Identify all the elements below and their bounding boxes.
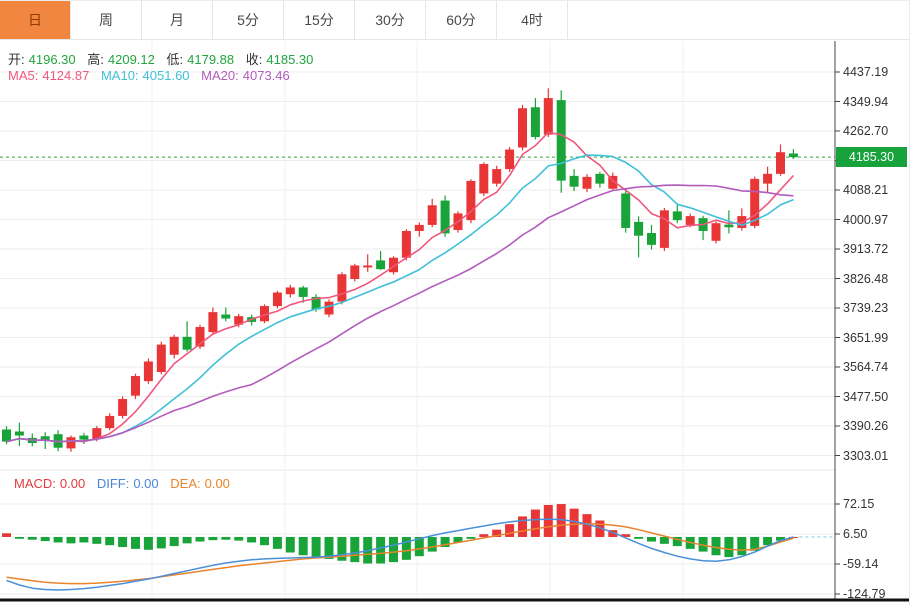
low-value: 4179.88: [187, 52, 234, 67]
macd-axis-label: -124.79: [843, 586, 885, 602]
price-axis-label: 3390.26: [843, 418, 888, 434]
open-value: 4196.30: [29, 52, 76, 67]
price-axis-label: 4262.70: [843, 123, 888, 139]
timeframe-tab-bar: 日周月5分15分30分60分4时: [0, 1, 910, 40]
ma10-value: 4051.60: [143, 68, 190, 83]
open-label: 开:: [8, 52, 25, 67]
price-axis-label: 4437.19: [843, 64, 888, 80]
price-axis-label: 3303.01: [843, 448, 888, 464]
ma5-label: MA5:: [8, 68, 38, 83]
price-axis-label: 3564.74: [843, 359, 888, 375]
chart-svg[interactable]: [0, 1, 910, 605]
price-axis-label: 4088.21: [843, 182, 888, 198]
price-axis-label: 4349.94: [843, 94, 888, 110]
tab-60分[interactable]: 60分: [426, 1, 497, 39]
high-label: 高:: [87, 52, 104, 67]
low-label: 低:: [167, 52, 184, 67]
ma20-value: 4073.46: [243, 68, 290, 83]
macd-axis-label: -59.14: [843, 556, 878, 572]
price-axis-label: 3913.72: [843, 241, 888, 257]
price-axis-label: 3651.99: [843, 330, 888, 346]
ohlc-legend: 开: 4196.30 高: 4209.12 低:4179.88 收:4185.30: [8, 49, 321, 68]
macd-axis-label: 6.50: [843, 526, 867, 542]
tab-月[interactable]: 月: [142, 1, 213, 39]
price-axis-label: 3477.50: [843, 389, 888, 405]
high-value: 4209.12: [108, 52, 155, 67]
macd-axis-label: 72.15: [843, 496, 874, 512]
tab-30分[interactable]: 30分: [355, 1, 426, 39]
close-value: 4185.30: [266, 52, 313, 67]
current-price-tag: 4185.30: [836, 147, 907, 167]
tab-4时[interactable]: 4时: [497, 1, 568, 39]
price-axis-label: 3826.48: [843, 271, 888, 287]
close-label: 收:: [246, 52, 263, 67]
ma20-label: MA20:: [201, 68, 239, 83]
chart-canvas[interactable]: [0, 1, 910, 605]
price-axis-label: 4000.97: [843, 212, 888, 228]
tab-5分[interactable]: 5分: [213, 1, 284, 39]
price-axis-label: 3739.23: [843, 300, 888, 316]
tab-15分[interactable]: 15分: [284, 1, 355, 39]
macd-value: 0.00: [60, 476, 85, 491]
ma10-label: MA10:: [101, 68, 139, 83]
diff-label: DIFF:: [97, 476, 130, 491]
trading-chart-app: 日周月5分15分30分60分4时 开:4196.30 高:4209.12 低:4…: [0, 0, 910, 605]
dea-value: 0.00: [205, 476, 230, 491]
ma5-value: 4124.87: [42, 68, 89, 83]
macd-legend: MACD:0.00 DIFF:0.00 DEA:0.00: [14, 476, 238, 491]
tab-日[interactable]: 日: [0, 1, 71, 39]
dea-label: DEA:: [170, 476, 200, 491]
macd-label: MACD:: [14, 476, 56, 491]
ma-legend: MA5: 4124.87 MA10: 4051.60 MA20: 4073.46: [8, 68, 298, 83]
diff-value: 0.00: [133, 476, 158, 491]
tab-周[interactable]: 周: [71, 1, 142, 39]
